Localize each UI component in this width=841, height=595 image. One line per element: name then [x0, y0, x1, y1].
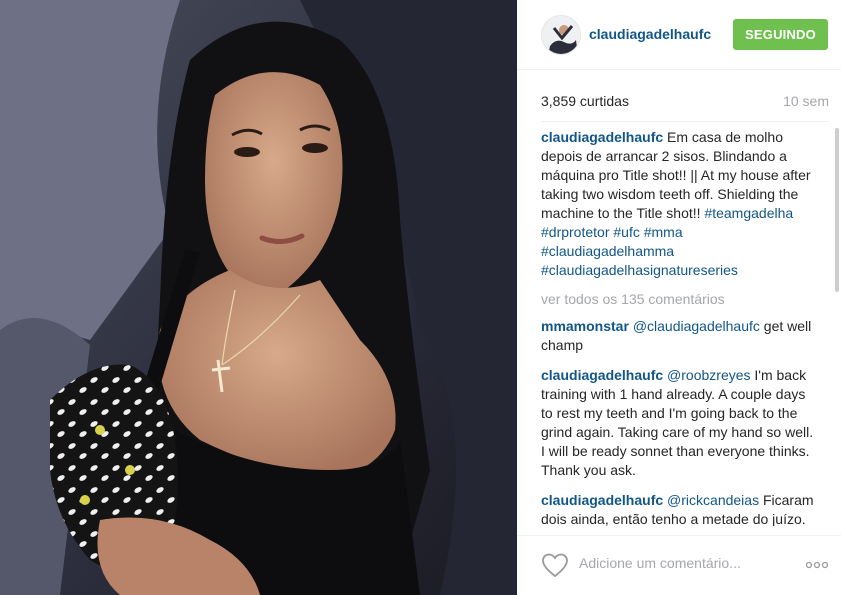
comments-list[interactable]: claudiagadelhaufc Em casa de molho depoi…	[541, 128, 839, 526]
avatar-image	[542, 16, 580, 54]
view-all-comments-link[interactable]: ver todos os 135 comentários	[541, 290, 819, 309]
comment-username[interactable]: claudiagadelhaufc	[541, 367, 663, 383]
add-comment-input[interactable]: Adicione um comentário...	[579, 555, 741, 571]
selfie-image	[0, 0, 517, 595]
comment-item: claudiagadelhaufc @roobzreyes I'm back t…	[541, 366, 819, 480]
hashtag[interactable]: #mma	[644, 224, 683, 240]
comment-item: claudiagadelhaufc @rickcandeias Ficaram …	[541, 491, 819, 526]
instagram-post-view: claudiagadelhaufc SEGUINDO 3,859 curtida…	[0, 0, 841, 595]
post-stats: 3,859 curtidas 10 sem	[541, 93, 829, 113]
hashtag[interactable]: #claudiagadelhamma	[541, 243, 674, 259]
post-footer: Adicione um comentário...	[517, 535, 841, 595]
comment-text: I'm back training with 1 hand already. A…	[541, 367, 814, 478]
hashtag[interactable]: #claudiagadelhasignatureseries	[541, 262, 738, 278]
comment-username[interactable]: mmamonstar	[541, 318, 629, 334]
comment-username[interactable]: claudiagadelhaufc	[541, 492, 663, 508]
following-button[interactable]: SEGUINDO	[733, 19, 828, 50]
comment-mention[interactable]: @claudiagadelhaufc	[633, 318, 760, 334]
post-sidebar: claudiagadelhaufc SEGUINDO 3,859 curtida…	[517, 0, 841, 595]
post-time[interactable]: 10 sem	[783, 93, 829, 109]
hashtag[interactable]: #teamgadelha	[704, 205, 793, 221]
post-username[interactable]: claudiagadelhaufc	[589, 26, 711, 42]
hashtag[interactable]: #ufc	[613, 224, 639, 240]
post-photo[interactable]	[0, 0, 517, 595]
divider	[541, 121, 829, 122]
post-header: claudiagadelhaufc SEGUINDO	[517, 0, 841, 70]
caption: claudiagadelhaufc Em casa de molho depoi…	[541, 128, 819, 280]
more-options-icon[interactable]	[805, 560, 829, 570]
avatar[interactable]	[541, 15, 581, 55]
comments-scrollbar[interactable]	[835, 128, 839, 292]
hashtag[interactable]: #drprotetor	[541, 224, 609, 240]
likes-count[interactable]: 3,859 curtidas	[541, 93, 629, 109]
comment-item: mmamonstar @claudiagadelhaufc get well c…	[541, 317, 819, 355]
caption-username[interactable]: claudiagadelhaufc	[541, 129, 663, 145]
heart-icon[interactable]	[541, 552, 569, 578]
comment-mention[interactable]: @rickcandeias	[667, 492, 759, 508]
comment-mention[interactable]: @roobzreyes	[667, 367, 750, 383]
